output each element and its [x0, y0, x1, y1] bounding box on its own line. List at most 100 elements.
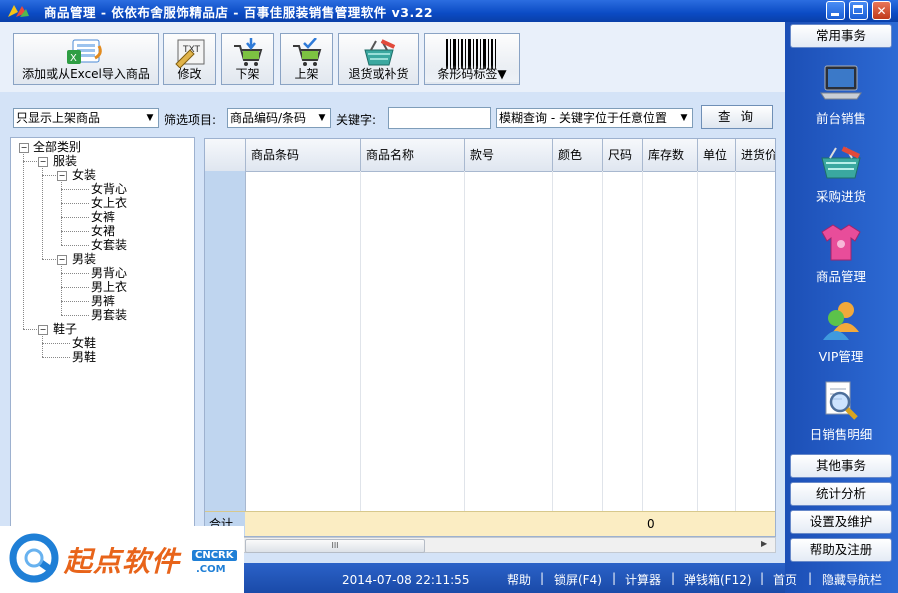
tree-node-men[interactable]: 男装 [72, 252, 96, 266]
sidebar-item-vip[interactable]: VIP管理 [788, 300, 894, 365]
tree-node-shoes-item[interactable]: 男鞋 [72, 350, 96, 364]
barcode-label-button[interactable]: 条形码标签▼ [424, 33, 520, 85]
tree-node-women-item[interactable]: 女上衣 [91, 196, 127, 210]
tree-node-women-item[interactable]: 女背心 [91, 182, 127, 196]
close-icon[interactable]: ✕ [872, 1, 891, 20]
column-header[interactable]: 商品条码 [246, 139, 361, 171]
sidebar-item-product-mgmt[interactable]: 商品管理 [788, 222, 894, 285]
field-select-value: 商品编码/条码 [230, 111, 307, 125]
sidebar-item-purchase[interactable]: 采购进货 [788, 144, 894, 205]
cash-drawer-link[interactable]: 弹钱箱(F12) [684, 571, 752, 588]
barcode-label-text: 条形码标签▼ [425, 65, 519, 82]
keyword-label: 关键字: [336, 113, 377, 127]
collapse-icon[interactable]: − [57, 255, 67, 265]
product-grid: 商品条码 商品名称 款号 颜色 尺码 库存数 单位 进货价 合计 0 [204, 138, 776, 537]
match-mode-value: 模糊查询 - 关键字位于任意位置 [499, 111, 667, 125]
app-logo-icon [8, 5, 29, 17]
sidebar-item-label: VIP管理 [818, 349, 864, 364]
tree-node-shoes[interactable]: 鞋子 [53, 322, 77, 336]
unlist-button[interactable]: 下架 [221, 33, 274, 85]
collapse-icon[interactable]: − [38, 157, 48, 167]
tree-node-women-item[interactable]: 女裤 [91, 210, 115, 224]
list-button[interactable]: 上架 [280, 33, 333, 85]
sidebar-item-label: 日销售明细 [809, 427, 873, 442]
stats-analysis-button[interactable]: 统计分析 [790, 482, 892, 506]
title-bar: 商品管理 - 依依布舍服饰精品店 - 百事佳服装销售管理软件 v3.22 ✕ [0, 0, 898, 22]
cart-down-icon [233, 38, 262, 66]
column-header[interactable]: 商品名称 [361, 139, 465, 171]
field-select[interactable]: 商品编码/条码 ▼ [227, 108, 331, 128]
chevron-down-icon: ▼ [318, 113, 326, 123]
other-tasks-button[interactable]: 其他事务 [790, 454, 892, 478]
column-header[interactable]: 单位 [698, 139, 736, 171]
common-tasks-button[interactable]: 常用事务 [790, 24, 892, 48]
grid-header: 商品条码 商品名称 款号 颜色 尺码 库存数 单位 进货价 [205, 139, 775, 172]
magnifier-icon [825, 381, 858, 420]
status-separator: | [540, 571, 545, 585]
hide-nav-link[interactable]: 隐藏导航栏 [822, 571, 882, 588]
filter-label: 筛选项目: [164, 113, 217, 127]
collapse-icon[interactable]: − [57, 171, 67, 181]
edit-button[interactable]: TXT 修改 [163, 33, 216, 85]
sidebar-item-label: 前台销售 [815, 111, 866, 126]
horizontal-scrollbar[interactable]: III ▶ [204, 537, 776, 553]
calculator-link[interactable]: 计算器 [625, 571, 661, 588]
grid-corner [205, 139, 246, 171]
collapse-icon[interactable]: − [19, 143, 29, 153]
tree-node-men-item[interactable]: 男裤 [91, 294, 115, 308]
status-separator: | [671, 571, 676, 585]
search-button[interactable]: 查 询 [701, 105, 773, 129]
match-mode-select[interactable]: 模糊查询 - 关键字位于任意位置 ▼ [496, 108, 693, 128]
lock-screen-link[interactable]: 锁屏(F4) [554, 571, 602, 588]
maximize-icon[interactable] [849, 1, 868, 20]
status-select-value: 只显示上架商品 [16, 111, 101, 125]
minimize-icon[interactable] [826, 1, 845, 20]
excel-import-icon: X [67, 39, 102, 64]
basket-icon [821, 146, 861, 179]
status-select[interactable]: 只显示上架商品 ▼ [13, 108, 159, 128]
row-header-column [205, 171, 246, 511]
watermark-domain: .COM [196, 564, 226, 575]
tree-node-clothing[interactable]: 服装 [53, 154, 77, 168]
keyword-input[interactable] [388, 107, 491, 129]
total-row: 合计 0 [205, 511, 775, 536]
tree-node-women[interactable]: 女装 [72, 168, 96, 182]
tree-node-women-item[interactable]: 女套装 [91, 238, 127, 252]
column-header[interactable]: 款号 [465, 139, 553, 171]
tree-node-men-item[interactable]: 男上衣 [91, 280, 127, 294]
return-restock-button[interactable]: 退货或补货 [338, 33, 419, 85]
watermark-brand: 起点软件 [64, 545, 181, 578]
return-restock-label: 退货或补货 [348, 67, 409, 81]
tree-node-women-item[interactable]: 女裙 [91, 224, 115, 238]
column-header[interactable]: 尺码 [603, 139, 643, 171]
help-register-button[interactable]: 帮助及注册 [790, 538, 892, 562]
chevron-down-icon: ▼ [146, 113, 154, 123]
status-bar: 2014-07-08 22:11:55 帮助 | 锁屏(F4) | 计算器 | … [244, 563, 785, 593]
status-separator: | [760, 571, 765, 585]
import-excel-label: 添加或从Excel导入商品 [22, 67, 150, 81]
status-separator: | [612, 571, 617, 585]
column-header[interactable]: 库存数 [643, 139, 698, 171]
sidebar-item-pos-sales[interactable]: 前台销售 [788, 64, 894, 127]
import-excel-button[interactable]: X 添加或从Excel导入商品 [13, 33, 159, 85]
home-link[interactable]: 首页 [773, 571, 797, 588]
tree-node-men-item[interactable]: 男背心 [91, 266, 127, 280]
tree-node-men-item[interactable]: 男套装 [91, 308, 127, 322]
tree-node-shoes-item[interactable]: 女鞋 [72, 336, 96, 350]
users-icon [823, 302, 859, 340]
collapse-icon[interactable]: − [38, 325, 48, 335]
window-title: 商品管理 - 依依布舍服饰精品店 - 百事佳服装销售管理软件 v3.22 [44, 5, 434, 20]
column-header[interactable]: 进货价 [736, 139, 775, 171]
scroll-thumb[interactable]: III [245, 539, 425, 553]
shirt-icon [821, 224, 861, 261]
column-header[interactable]: 颜色 [553, 139, 603, 171]
laptop-icon [820, 65, 862, 100]
help-link[interactable]: 帮助 [507, 571, 531, 588]
scroll-right-icon[interactable]: ▶ [761, 539, 767, 548]
tree-node-all[interactable]: 全部类别 [33, 140, 81, 154]
watermark: 起点软件 CNCRK .COM [0, 526, 244, 593]
settings-button[interactable]: 设置及维护 [790, 510, 892, 534]
watermark-badge: CNCRK [192, 550, 237, 561]
edit-label: 修改 [177, 67, 202, 81]
sidebar-item-daily-sales[interactable]: 日销售明细 [788, 380, 894, 443]
